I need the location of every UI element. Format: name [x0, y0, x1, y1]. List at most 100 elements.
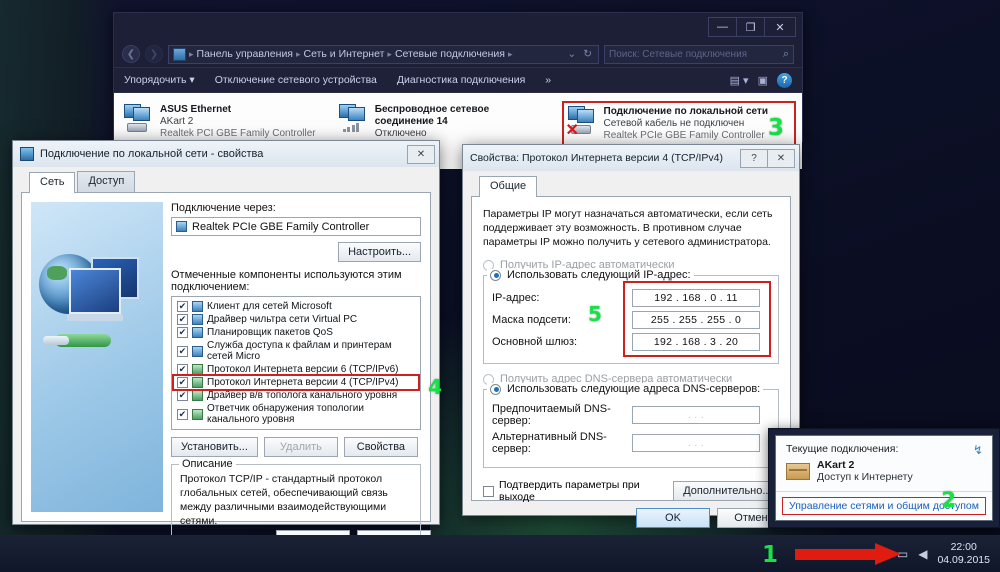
clock[interactable]: 22:00 04.09.2015 — [937, 541, 990, 567]
view-layout-icon[interactable]: ▤ ▾ — [730, 74, 749, 87]
back-icon[interactable]: ❮ — [122, 45, 140, 63]
component-icon — [192, 327, 203, 338]
organize-button[interactable]: Упорядочить ▾ — [124, 74, 195, 86]
preview-pane-icon[interactable]: ▣ — [758, 74, 768, 87]
wireless-adapter-icon — [339, 104, 369, 132]
breadcrumb-network-internet[interactable]: Сеть и Интернет — [304, 48, 385, 60]
connection-item-local-area[interactable]: ✕ Подключение по локальной сети Сетевой … — [562, 101, 797, 147]
search-input[interactable]: Поиск: Сетевые подключения — [609, 49, 783, 60]
ipv4-tab-strip: Общие — [471, 175, 791, 196]
checkbox[interactable]: ✔ — [177, 301, 188, 312]
checkbox[interactable]: ✔ — [177, 346, 188, 357]
component-icon — [192, 301, 203, 312]
checkbox[interactable]: ✔ — [177, 390, 188, 401]
forward-icon[interactable]: ❯ — [145, 45, 163, 63]
close-button[interactable]: ✕ — [765, 18, 795, 36]
components-label: Отмеченные компоненты используются этим … — [171, 269, 421, 293]
checkbox[interactable]: ✔ — [177, 377, 188, 388]
manual-ip-radio[interactable] — [490, 270, 501, 281]
ip-address-label: IP-адрес: — [492, 292, 632, 304]
checkbox[interactable]: ✔ — [177, 327, 188, 338]
refresh-networks-icon[interactable]: ↯ — [973, 443, 983, 457]
checkbox[interactable]: ✔ — [177, 409, 188, 420]
component-item[interactable]: ✔ Драйвер в/в тополога канального уровня — [174, 389, 418, 402]
network-adapter-icon — [124, 104, 154, 132]
ipv4-dialog-title-bar[interactable]: Свойства: Протокол Интернета версии 4 (T… — [463, 145, 799, 171]
checkbox[interactable]: ✔ — [177, 314, 188, 325]
subnet-mask-label: Маска подсети: — [492, 314, 632, 326]
manual-ip-label: Использовать следующий IP-адрес: — [507, 269, 691, 281]
breadcrumb-network-connections[interactable]: Сетевые подключения — [395, 48, 505, 60]
signal-bars-icon — [343, 121, 362, 132]
component-icon — [192, 377, 203, 388]
alternate-dns-label: Альтернативный DNS-сервер: — [492, 431, 632, 455]
adapter-name: Realtek PCIe GBE Family Controller — [192, 221, 369, 233]
breadcrumb-sep: ▸ — [296, 49, 301, 60]
component-item[interactable]: ✔ Ответчик обнаружения топологии канальн… — [174, 402, 418, 426]
help-icon[interactable]: ? — [777, 73, 792, 88]
checkbox[interactable]: ✔ — [177, 364, 188, 375]
component-label: Клиент для сетей Microsoft — [207, 301, 332, 312]
lan-dialog-buttons: ✕ — [408, 145, 435, 164]
component-label: Протокол Интернета версии 4 (TCP/IPv4) — [207, 377, 398, 388]
address-bar[interactable]: ▸ Панель управления ▸ Сеть и Интернет ▸ … — [168, 45, 599, 64]
tab-network[interactable]: Сеть — [29, 172, 75, 193]
breadcrumb-control-panel[interactable]: Панель управления — [197, 48, 293, 60]
component-item[interactable]: ✔ Протокол Интернета версии 6 (TCP/IPv6) — [174, 363, 418, 376]
lan-dialog-title-bar[interactable]: Подключение по локальной сети - свойства… — [13, 141, 439, 167]
component-icon — [192, 390, 203, 401]
minimize-button[interactable]: — — [709, 18, 737, 36]
clock-date: 04.09.2015 — [937, 554, 990, 567]
step-marker-4: 4 — [428, 375, 442, 399]
preferred-dns-row: Предпочитаемый DNS-сервер: . . . — [492, 403, 770, 427]
components-listbox[interactable]: ✔ Клиент для сетей Microsoft ✔ Драйвер ч… — [171, 296, 421, 430]
explorer-title-bar[interactable]: — ❐ ✕ — [114, 13, 802, 41]
component-item[interactable]: ✔ Драйвер чильтра сети Virtual PC — [174, 313, 418, 326]
component-label: Драйвер в/в тополога канального уровня — [207, 390, 397, 401]
component-properties-button[interactable]: Свойства — [344, 437, 418, 457]
ipv4-ok-button[interactable]: OK — [636, 508, 710, 528]
search-box[interactable]: Поиск: Сетевые подключения ⌕ — [604, 45, 794, 64]
diagnose-connection-button[interactable]: Диагностика подключения — [397, 74, 525, 86]
alternate-dns-input[interactable]: . . . — [632, 434, 760, 452]
address-dropdown-icon[interactable]: ⌄ — [567, 48, 576, 60]
validate-settings-checkbox[interactable] — [483, 486, 494, 497]
component-item[interactable]: ✔ Планировщик пакетов QoS — [174, 326, 418, 339]
connection-status: Отключено — [375, 128, 546, 140]
description-group: Описание Протокол TCP/IP - стандартный п… — [171, 464, 421, 536]
maximize-button[interactable]: ❐ — [737, 18, 765, 36]
component-item[interactable]: ✔ Служба доступа к файлам и принтерам се… — [174, 339, 418, 363]
component-icon — [192, 346, 203, 357]
ipv4-general-tab-panel: Параметры IP могут назначаться автоматич… — [471, 196, 791, 501]
volume-icon[interactable]: ◀ — [918, 547, 927, 561]
refresh-icon[interactable]: ↻ — [583, 48, 592, 60]
component-icon — [192, 314, 203, 325]
preferred-dns-input[interactable]: . . . — [632, 406, 760, 424]
lan-close-button[interactable]: ✕ — [407, 145, 435, 164]
address-row: ❮ ❯ ▸ Панель управления ▸ Сеть и Интерне… — [114, 41, 802, 67]
ipv4-intro-text: Параметры IP могут назначаться автоматич… — [483, 207, 779, 249]
validate-settings-label: Подтвердить параметры при выходе — [499, 479, 673, 503]
tab-sharing[interactable]: Доступ — [77, 171, 135, 192]
adapter-field: Realtek PCIe GBE Family Controller — [171, 217, 421, 236]
ipv4-help-button[interactable]: ? — [740, 149, 768, 168]
component-item-tcpipv4[interactable]: ✔ Протокол Интернета версии 4 (TCP/IPv4) — [174, 376, 418, 389]
flyout-divider — [776, 491, 992, 492]
description-text: Протокол TCP/IP - стандартный протокол г… — [180, 472, 412, 528]
alternate-dns-row: Альтернативный DNS-сервер: . . . — [492, 431, 770, 455]
flyout-connection-item[interactable]: AKart 2 Доступ к Интернету — [776, 457, 992, 489]
current-connections-label: Текущие подключения: — [776, 436, 992, 457]
tab-general[interactable]: Общие — [479, 176, 537, 197]
ip-fields-highlight — [623, 281, 771, 357]
install-button[interactable]: Установить... — [171, 437, 258, 457]
ipv4-close-button[interactable]: ✕ — [767, 149, 795, 168]
lan-tab-strip: Сеть Доступ — [21, 171, 431, 192]
component-item[interactable]: ✔ Клиент для сетей Microsoft — [174, 300, 418, 313]
ipv4-properties-dialog: Свойства: Протокол Интернета версии 4 (T… — [462, 144, 800, 516]
manual-dns-radio[interactable] — [490, 384, 501, 395]
disable-device-button[interactable]: Отключение сетевого устройства — [215, 74, 377, 86]
connection-name: Беспроводное сетевое соединение 14 — [375, 104, 546, 128]
toolbar-overflow-button[interactable]: » — [545, 74, 551, 86]
configure-button[interactable]: Настроить... — [338, 242, 421, 262]
advanced-button[interactable]: Дополнительно... — [673, 481, 779, 501]
